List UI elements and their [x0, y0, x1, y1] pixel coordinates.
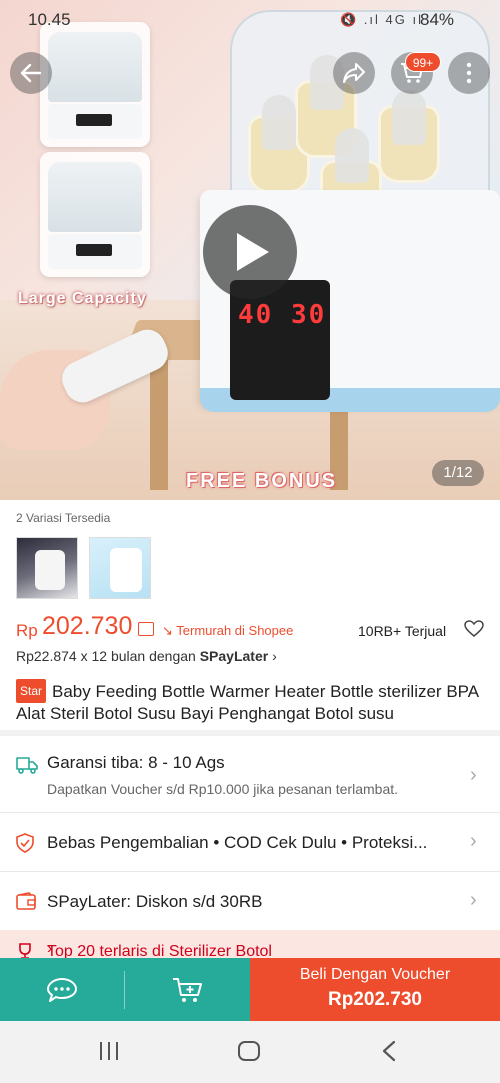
buy-with-voucher-button[interactable]: Beli Dengan Voucher Rp202.730	[250, 958, 500, 1021]
price-tag-icon	[138, 622, 154, 636]
large-capacity-label: Large Capacity	[18, 290, 147, 307]
product-inset-bottom	[40, 152, 150, 277]
spaylater-row[interactable]: SPayLater: Diskon s/d 30RB ›	[0, 872, 500, 930]
chevron-right-icon: ›	[470, 764, 477, 786]
machine-display: 40 30	[238, 300, 327, 330]
chevron-right-icon: ›	[470, 889, 477, 911]
installment-row[interactable]: Rp22.874 x 12 bulan dengan SPayLater ›	[16, 648, 277, 664]
share-icon	[343, 63, 365, 83]
top20-row[interactable]: Top 20 terlaris di Sterilizer Botol ›	[0, 930, 500, 960]
add-to-cart-icon	[173, 978, 202, 1002]
battery-level: 84%	[420, 10, 455, 29]
star-badge: Star	[16, 679, 47, 703]
chat-icon	[47, 978, 77, 1002]
home-icon[interactable]	[236, 1039, 262, 1063]
installment-text: Rp22.874 x 12 bulan dengan	[16, 648, 200, 664]
bottom-action-bar: Beli Dengan Voucher Rp202.730	[0, 958, 500, 1021]
variant-thumbnail-1[interactable]	[16, 537, 78, 599]
shield-icon	[16, 833, 34, 853]
product-title: Star Baby Feeding Bottle Warmer Heater Bo…	[16, 679, 486, 725]
play-icon	[237, 233, 269, 271]
cart-count-badge: 99+	[405, 52, 441, 72]
guarantee-text: Bebas Pengembalian • COD Cek Dulu • Prot…	[47, 833, 428, 852]
product-title-text: Baby Feeding Bottle Warmer Heater Bottle…	[16, 682, 479, 723]
spaylater-discount: SPayLater: Diskon s/d 30RB	[47, 892, 263, 911]
guarantee-row[interactable]: Bebas Pengembalian • COD Cek Dulu • Prot…	[0, 813, 500, 871]
back-nav-icon[interactable]	[380, 1039, 398, 1063]
more-icon	[466, 62, 472, 84]
back-arrow-icon	[20, 63, 42, 83]
recent-apps-icon[interactable]	[98, 1039, 120, 1063]
truck-icon	[16, 757, 38, 774]
chevron-right-icon: ›	[47, 940, 53, 957]
chat-button[interactable]	[0, 958, 125, 1021]
shipping-guarantee: Garansi tiba: 8 - 10 Ags	[47, 753, 225, 772]
cheapest-label: ↘ Termurah di Shopee	[162, 623, 294, 638]
shipping-voucher-note: Dapatkan Voucher s/d Rp10.000 jika pesan…	[47, 781, 399, 797]
chevron-right-icon: ›	[470, 830, 477, 852]
price-row: Rp 202.730 ↘ Termurah di Shopee 10RB+ Te…	[16, 612, 486, 644]
signal-icon: 🔇 .ıl 4G ıl	[340, 12, 423, 27]
buy-button-label: Beli Dengan Voucher	[299, 966, 451, 983]
heart-icon[interactable]	[464, 620, 484, 638]
buy-button-price: Rp202.730	[327, 989, 422, 1010]
status-time: 10.45	[28, 10, 71, 29]
free-bonus-label: FREE BONUS	[186, 470, 338, 492]
status-bar: 10.45 🔇 .ıl 4G ıl 84%	[0, 0, 500, 40]
system-navigation-bar	[0, 1021, 500, 1083]
wallet-icon	[16, 892, 36, 910]
add-to-cart-button[interactable]	[125, 958, 250, 1021]
sold-count: 10RB+ Terjual	[358, 623, 447, 639]
price-currency: Rp	[16, 621, 38, 640]
variant-thumbnail-2[interactable]	[89, 537, 151, 599]
share-button[interactable]	[333, 52, 375, 94]
product-inset-top	[40, 22, 150, 147]
product-page: Large Capacity 40 30 FREE BONUS 1/12 10.…	[0, 0, 500, 1083]
chevron-right-icon: ›	[272, 648, 277, 664]
variants-label: 2 Variasi Tersedia	[16, 511, 111, 525]
more-options-button[interactable]	[448, 52, 490, 94]
shipping-row[interactable]: Garansi tiba: 8 - 10 Ags Dapatkan Vouche…	[0, 736, 500, 812]
spaylater-brand: SPayLater	[199, 648, 269, 664]
price-value: 202.730	[42, 612, 133, 640]
play-video-button[interactable]	[203, 205, 297, 299]
back-button[interactable]	[10, 52, 52, 94]
image-counter: 1/12	[432, 460, 484, 486]
